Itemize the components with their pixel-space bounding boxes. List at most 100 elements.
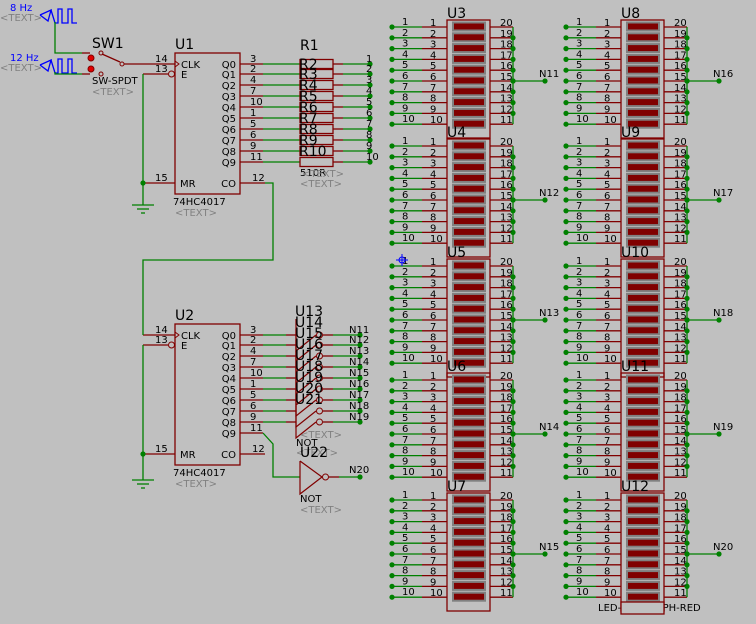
led-segment <box>452 591 486 602</box>
led-segment <box>626 516 660 527</box>
led-segment <box>626 162 660 173</box>
pin-number: 1 <box>604 371 610 382</box>
pin-number: 9 <box>604 457 610 468</box>
net-label: 2 <box>402 381 408 392</box>
pin-number: 14 <box>674 83 687 94</box>
led-segment <box>626 336 660 347</box>
led-segment <box>452 86 486 97</box>
junction-dot <box>563 67 569 73</box>
net-label: 1 <box>576 136 582 147</box>
pin-name: E <box>181 341 187 352</box>
net-label: 7 <box>402 555 408 566</box>
led-segment <box>452 162 486 173</box>
bargraph-ref: U10 <box>621 245 649 261</box>
junction-dot <box>563 208 569 214</box>
net-label: N18 <box>349 401 369 412</box>
led-segment <box>626 439 660 450</box>
pin-number: 9 <box>604 343 610 354</box>
junction-dot <box>563 56 569 63</box>
pin-number: 5 <box>430 534 436 545</box>
wire-8hz[interactable] <box>54 22 82 54</box>
junction-dot <box>563 551 569 557</box>
net-label: 7 <box>402 435 408 446</box>
pin-number: 1 <box>430 371 436 382</box>
junction-dot <box>563 508 569 514</box>
junction-dot <box>389 24 395 30</box>
pin-number: 10 <box>604 234 617 245</box>
junction-dot <box>563 175 569 181</box>
led-segment <box>452 450 486 461</box>
junction-dot <box>563 453 569 459</box>
pin-number: 12 <box>674 343 687 354</box>
pin-number: 11 <box>500 115 513 126</box>
led-segment <box>626 559 660 570</box>
net-label: 3 <box>402 512 408 523</box>
junction-dot <box>563 186 569 192</box>
pin-number: 7 <box>604 322 610 333</box>
pin-name: CO <box>221 450 236 461</box>
led-segment <box>626 205 660 216</box>
net-label: 9 <box>576 222 582 233</box>
pin-number: 20 <box>500 137 513 148</box>
pin-number: 16 <box>674 180 687 191</box>
junction-dot <box>389 388 395 394</box>
pin-number: 19 <box>500 502 513 513</box>
junction-dot <box>563 197 569 203</box>
pin-number: 15 <box>674 72 687 83</box>
net-label: N16 <box>713 69 733 80</box>
led-segment <box>626 314 660 325</box>
led-segment <box>452 548 486 559</box>
led-segment <box>626 43 660 54</box>
pin-number: 14 <box>674 436 687 447</box>
pin-number: 19 <box>674 382 687 393</box>
pin-number: 20 <box>674 257 687 268</box>
pin-number: 17 <box>500 169 513 180</box>
pin-number: 6 <box>604 425 610 436</box>
pin-number: 10 <box>604 588 617 599</box>
pin-number: 12 <box>500 343 513 354</box>
junction-dot <box>389 339 395 345</box>
pin-number: 5 <box>604 300 610 311</box>
net-label: 7 <box>576 555 582 566</box>
net-label: 7 <box>576 201 582 212</box>
pin-number: 9 <box>430 223 436 234</box>
net-label: 3 <box>576 392 582 403</box>
led-segment <box>452 172 486 183</box>
led-segment <box>452 205 486 216</box>
net-label: 5 <box>402 299 408 310</box>
pin-number: 18 <box>674 159 687 170</box>
led-segment <box>452 216 486 227</box>
junction-dot <box>563 409 569 415</box>
pin-number: 13 <box>500 94 513 105</box>
pin-number: 9 <box>604 104 610 115</box>
net-label: 9 <box>366 141 372 152</box>
pin-number: 15 <box>155 444 168 455</box>
junction-dot <box>389 175 395 181</box>
wire-q9[interactable] <box>262 432 300 478</box>
junction-dot <box>389 349 395 355</box>
pin-number: 11 <box>674 354 687 365</box>
led-segment <box>452 439 486 450</box>
net-label: 5 <box>402 179 408 190</box>
led-segment <box>452 570 486 581</box>
net-label: 3 <box>576 512 582 523</box>
net-label: 5 <box>366 97 372 108</box>
net-label: N17 <box>713 188 733 199</box>
net-label: 2 <box>576 267 582 278</box>
junction-dot <box>389 240 395 246</box>
counter-ref: U2 <box>175 308 194 324</box>
schematic[interactable]: 8 Hz<TEXT>12 Hz<TEXT>SW1SW-SPDT<TEXT>U17… <box>0 0 756 624</box>
net-label: 6 <box>402 71 408 82</box>
net-label: 8 <box>402 212 408 223</box>
pin-number: 7 <box>430 556 436 567</box>
pin-name: Q1 <box>222 341 236 352</box>
led-segment <box>626 226 660 237</box>
pin-number: 2 <box>604 382 610 393</box>
pin-number: 17 <box>500 50 513 61</box>
junction-dot <box>389 229 395 235</box>
net-label: 4 <box>576 522 582 533</box>
junction-dot <box>563 295 569 301</box>
junction-dot <box>140 451 146 457</box>
junction-dot <box>563 583 569 590</box>
schematic-canvas[interactable]: 8 Hz <TEXT> 12 Hz <TEXT> SW1 SW-SPDT <TEXT> U1 7… <box>0 0 756 624</box>
